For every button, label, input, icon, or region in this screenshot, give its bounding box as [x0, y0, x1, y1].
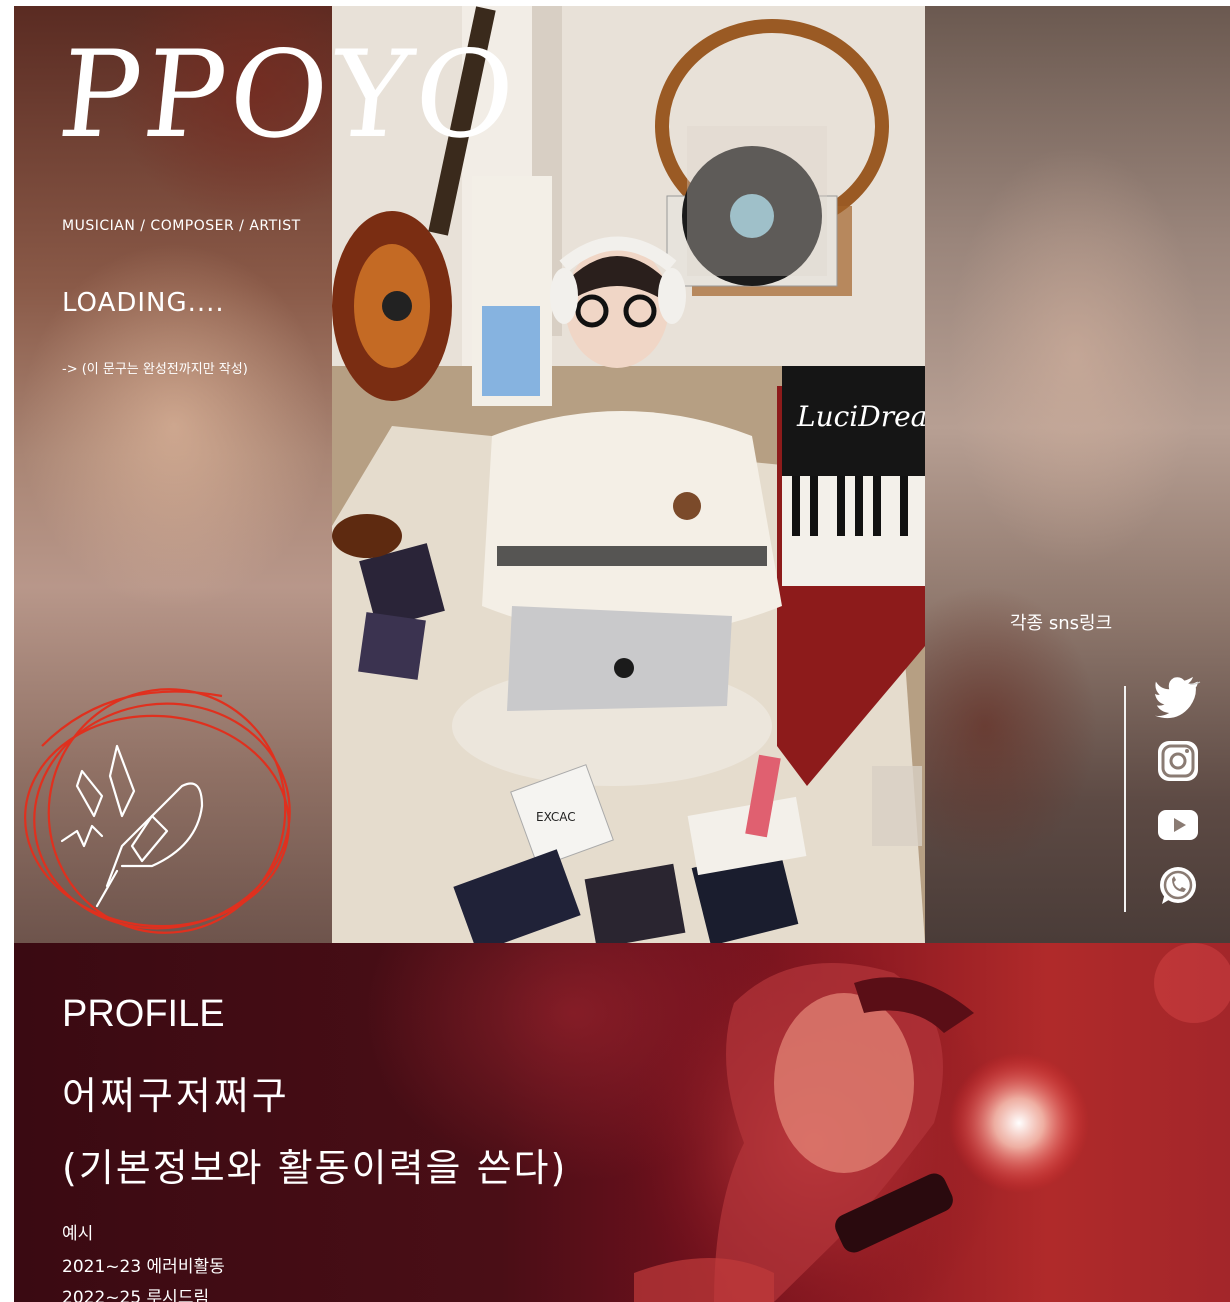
- youtube-icon[interactable]: [1154, 802, 1202, 848]
- sns-links-label: 각종 sns링크: [1010, 613, 1113, 634]
- profile-subtitle: 어쩌구저쩌구: [62, 1074, 290, 1118]
- history-item: 2021~23 에러비활동: [62, 1257, 225, 1277]
- sns-divider: [1124, 686, 1126, 912]
- keyboard-brand-text: LuciDream: [796, 400, 925, 433]
- profile-description: (기본정보와 활동이력을 쓴다): [62, 1146, 568, 1190]
- profile-title: PROFILE: [62, 993, 225, 1035]
- whatsapp-icon[interactable]: [1154, 864, 1202, 910]
- instagram-icon[interactable]: [1154, 739, 1202, 785]
- profile-section: PROFILE 어쩌구저쩌구 (기본정보와 활동이력을 쓴다) 예시 2021~…: [14, 943, 1230, 1302]
- hero-section: LuciDream: [14, 6, 1230, 943]
- sigil-logo-icon: [24, 688, 291, 934]
- tagline: MUSICIAN / COMPOSER / ARTIST: [62, 218, 301, 234]
- example-label: 예시: [62, 1224, 94, 1244]
- history-item: 2022~25 루시드림: [62, 1288, 210, 1302]
- draft-note: -> (이 문구는 완성전까지만 작성): [62, 362, 248, 377]
- page: LuciDream: [14, 6, 1230, 1302]
- site-logo[interactable]: PPOYO: [53, 26, 525, 165]
- loading-text: LOADING....: [62, 288, 225, 318]
- twitter-icon[interactable]: [1154, 674, 1202, 720]
- box-brand-text: EXCAC: [536, 810, 576, 824]
